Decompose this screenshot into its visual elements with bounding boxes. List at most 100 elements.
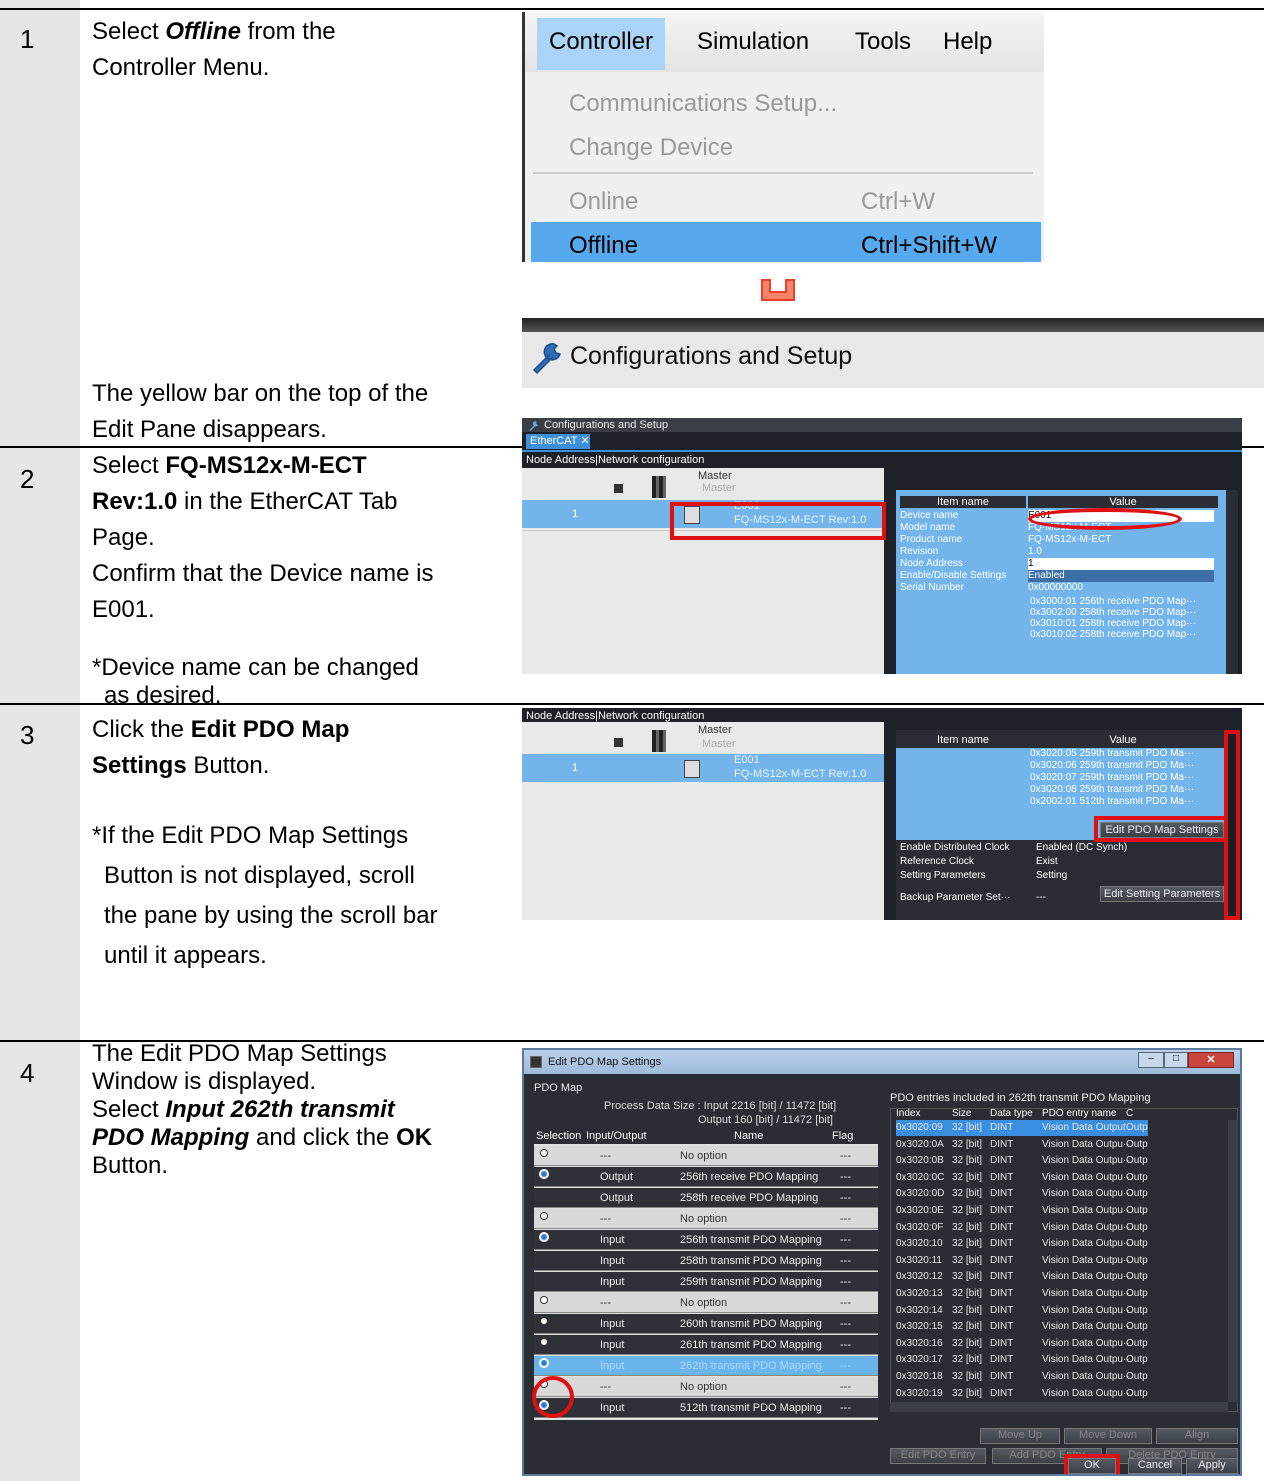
row-name: 258th receive PDO Mapping <box>680 1192 819 1204</box>
pdo-map-row[interactable]: Input 259th transmit PDO Mapping --- <box>534 1272 878 1292</box>
entry-cell: Outpu <box>1126 1188 1148 1200</box>
property-row[interactable]: Node Address 1 <box>900 558 1226 570</box>
selection-dot-icon[interactable] <box>540 1296 548 1304</box>
menu-item-offline[interactable]: Offline <box>569 232 638 260</box>
property-row[interactable]: Revision 1.0 <box>900 546 1226 558</box>
property-name: Backup Parameter Set··· <box>900 892 1011 903</box>
entry-row[interactable]: 0x3020:0F 32 [bit] DINT Vision Data Outpu··… <box>890 1220 1228 1236</box>
entry-cell: Outpu <box>1126 1155 1148 1167</box>
pdo-map-row[interactable]: --- No option --- <box>534 1293 878 1313</box>
entry-row[interactable]: 0x3020:15 32 [bit] DINT Vision Data Outpu··… <box>890 1319 1228 1335</box>
selection-dot-icon[interactable] <box>540 1338 548 1346</box>
apply-button[interactable]: Apply <box>1186 1458 1238 1474</box>
pdo-map-row[interactable]: Input 260th transmit PDO Mapping --- <box>534 1314 878 1334</box>
entry-row[interactable]: 0x3020:10 32 [bit] DINT Vision Data Outpu··… <box>890 1236 1228 1252</box>
row-name: 261th transmit PDO Mapping <box>680 1339 822 1351</box>
collapse-icon[interactable] <box>614 738 623 747</box>
entry-row[interactable]: 0x3020:16 32 [bit] DINT Vision Data Outpu··… <box>890 1336 1228 1352</box>
property-value[interactable]: Enabled <box>1028 570 1214 582</box>
property-row[interactable]: Enable Distributed Clock Enabled (DC Syn… <box>900 842 1226 854</box>
maximize-icon[interactable]: □ <box>1164 1052 1188 1068</box>
radio-selected-icon[interactable] <box>539 1232 549 1242</box>
row-name: 256th receive PDO Mapping <box>680 1171 819 1183</box>
entry-cell: Outpu <box>1126 1205 1148 1216</box>
entry-row[interactable]: 0x3020:17 32 [bit] DINT Vision Data Outpu··… <box>890 1352 1228 1368</box>
property-value: Setting <box>1036 870 1068 881</box>
entry-cell: Vision Data Outpu··· <box>1042 1221 1130 1233</box>
pdo-map-row[interactable]: Input 261th transmit PDO Mapping --- <box>534 1335 878 1355</box>
pdo-map-row[interactable]: Input 512th transmit PDO Mapping --- <box>534 1398 878 1418</box>
property-name: Revision <box>900 546 939 557</box>
entry-row[interactable]: 0x3020:0E 32 [bit] DINT Vision Data Outpu··… <box>890 1203 1228 1219</box>
pdo-map-row[interactable]: Input 262th transmit PDO Mapping --- <box>534 1356 878 1376</box>
edit-setting-parameters-button[interactable]: Edit Setting Parameters <box>1100 886 1224 902</box>
minimize-icon[interactable]: ‒ <box>1138 1052 1164 1068</box>
entry-row[interactable]: 0x3020:09 32 [bit] DINT Vision Data Output9… <box>890 1120 1228 1136</box>
move-down-button[interactable]: Move Down <box>1064 1428 1152 1444</box>
property-row[interactable]: Setting Parameters Setting <box>900 870 1226 882</box>
move-up-button[interactable]: Move Up <box>980 1428 1060 1444</box>
property-value[interactable]: 1 <box>1028 558 1214 570</box>
radio-selected-icon[interactable] <box>539 1358 549 1368</box>
output-data-size: Output 160 [bit] / 11472 [bit] <box>698 1114 833 1126</box>
entry-header: Data type <box>990 1108 1033 1119</box>
highlight-edit-pdo-button <box>1094 816 1228 842</box>
pdo-map-row[interactable]: --- No option --- <box>534 1146 878 1166</box>
property-row[interactable]: Product name FQ-MS12x-M-ECT <box>900 534 1226 546</box>
entry-row[interactable]: 0x3020:18 32 [bit] DINT Vision Data Outpu··… <box>890 1369 1228 1385</box>
entry-row[interactable]: 0x3020:19 32 [bit] DINT Vision Data Outpu··… <box>890 1386 1228 1402</box>
step-number: 1 <box>20 24 35 54</box>
pdo-map-row[interactable]: Output 256th receive PDO Mapping --- <box>534 1167 878 1187</box>
pdo-map-row[interactable]: Input 256th transmit PDO Mapping --- <box>534 1230 878 1250</box>
collapse-icon[interactable] <box>614 484 623 493</box>
edit-pdo-entry-button[interactable]: Edit PDO Entry <box>890 1448 986 1464</box>
divider <box>0 8 1264 10</box>
entry-row[interactable]: 0x3020:13 32 [bit] DINT Vision Data Outpu··… <box>890 1286 1228 1302</box>
edit-pdo-window-screenshot: Edit PDO Map Settings ‒ □ ✕ PDO Map Proc… <box>522 1048 1242 1476</box>
menu-simulation[interactable]: Simulation <box>697 28 809 56</box>
pdo-map-row[interactable]: Output 258th receive PDO Mapping --- <box>534 1188 878 1208</box>
entry-cell: 0x3020:19 <box>896 1387 943 1399</box>
entries-scrollbar[interactable] <box>1228 1120 1238 1402</box>
entry-row[interactable]: 0x3020:0C 32 [bit] DINT Vision Data Outpu··… <box>890 1170 1228 1186</box>
entry-cell: Outpu <box>1126 1238 1148 1250</box>
entry-row[interactable]: 0x3020:11 32 [bit] DINT Vision Data Outpu··… <box>890 1253 1228 1269</box>
align-button[interactable]: Align <box>1156 1428 1238 1444</box>
property-value: 1.0 <box>1028 546 1042 557</box>
pdo-map-line: 0x3002:00 258th receive PDO Map··· <box>1030 607 1197 618</box>
entry-cell: DINT <box>990 1155 1014 1167</box>
pdo-map-row[interactable]: --- No option --- <box>534 1209 878 1229</box>
row-io: --- <box>600 1213 611 1225</box>
menu-item-change-device[interactable]: Change Device <box>569 134 733 162</box>
selection-dot-icon[interactable] <box>540 1149 548 1157</box>
entry-cell: 0x3020:15 <box>896 1321 943 1333</box>
close-icon[interactable]: ✕ <box>1188 1052 1234 1068</box>
entries-hscroll[interactable] <box>890 1402 1228 1412</box>
scrollbar[interactable] <box>1226 490 1238 674</box>
selection-dot-icon[interactable] <box>540 1212 548 1220</box>
entry-row[interactable]: 0x3020:12 32 [bit] DINT Vision Data Outpu··… <box>890 1269 1228 1285</box>
radio-selected-icon[interactable] <box>539 1169 549 1179</box>
property-row[interactable]: Serial Number 0x00000000 <box>900 582 1226 594</box>
entry-row[interactable]: 0x3020:14 32 [bit] DINT Vision Data Outpu··… <box>890 1303 1228 1319</box>
pdo-map-line: 0x3020:08 259th transmit PDO Ma··· <box>1030 784 1194 795</box>
entry-cell: 32 [bit] <box>952 1188 983 1200</box>
menu-controller[interactable]: Controller <box>549 28 653 56</box>
selection-dot-icon[interactable] <box>540 1317 548 1325</box>
tab-ethercat[interactable]: EtherCAT ✕ <box>526 434 590 449</box>
property-row[interactable]: Reference Clock Exist <box>900 856 1226 868</box>
menu-item-communications-setup[interactable]: Communications Setup... <box>569 90 837 118</box>
entry-row[interactable]: 0x3020:0D 32 [bit] DINT Vision Data Outpu··… <box>890 1186 1228 1202</box>
menu-tools[interactable]: Tools <box>855 28 911 56</box>
pdo-map-row[interactable]: Input 258th transmit PDO Mapping --- <box>534 1251 878 1271</box>
property-row[interactable]: Enable/Disable Settings Enabled <box>900 570 1226 582</box>
entry-row[interactable]: 0x3020:0A 32 [bit] DINT Vision Data Outpu··… <box>890 1137 1228 1153</box>
entry-cell: Vision Data Outpu··· <box>1042 1155 1130 1167</box>
menu-help[interactable]: Help <box>943 28 992 56</box>
menu-item-online[interactable]: Online <box>569 188 638 216</box>
entry-row[interactable]: 0x3020:0B 32 [bit] DINT Vision Data Outpu··… <box>890 1153 1228 1169</box>
pdo-map-row[interactable]: --- No option --- <box>534 1377 878 1397</box>
device-model: FQ-MS12x-M-ECT Rev:1.0 <box>734 768 867 780</box>
cancel-button[interactable]: Cancel <box>1128 1458 1182 1474</box>
entry-cell: Outpu <box>1126 1371 1148 1382</box>
